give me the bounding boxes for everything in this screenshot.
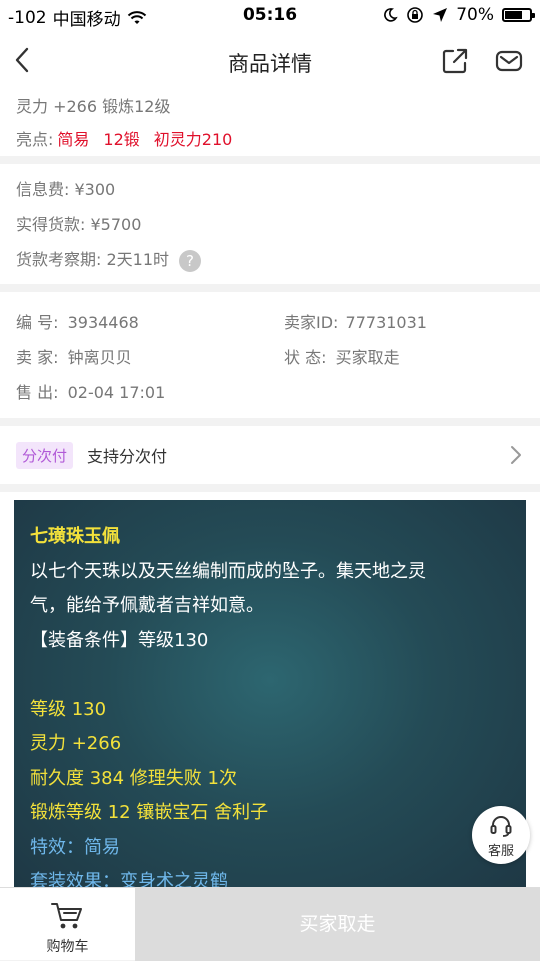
content-scroll[interactable]: 灵力 +266 锻炼12级 亮点: 简易 12锻 初灵力210 信息费: ¥300 实… [0,90,540,887]
highlight-tag: 初灵力210 [153,130,233,149]
item-tooltip-panel: 七璜珠玉佩 以七个天珠以及天丝编制而成的坠子。集天地之灵 气，能给予佩戴者吉祥如… [14,500,526,887]
customer-service-button[interactable]: 客服 [472,806,530,864]
status-value: 买家取走 [335,348,400,367]
item-level: 等级 130 [30,698,107,720]
review-period-row: 货款考察期: 2天11时? [16,242,524,277]
installment-row[interactable]: 分次付 支持分次付 [0,426,540,484]
bottom-action-bar: 购物车 买家取走 [0,887,540,961]
status-bar: -102 中国移动 05:16 70% [0,0,540,32]
sold-label: 售 出: [16,383,59,402]
item-spirit: 灵力 +266 [30,733,122,754]
item-effect: 特效：简易 [30,836,120,858]
order-row: 编 号: 3934468 卖家ID: 77731031 [16,305,524,340]
mail-icon[interactable] [494,46,524,76]
order-id-label: 编 号: [16,313,59,332]
battery-percent: 70% [456,5,494,25]
attribute-line: 灵力 +266 锻炼12级 [16,97,171,116]
seller-label: 卖 家: [16,348,59,367]
share-icon[interactable] [440,46,470,76]
item-detail-card: 七璜珠玉佩 以七个天珠以及天丝编制而成的坠子。集天地之灵 气，能给予佩戴者吉祥如… [0,492,540,887]
summary-card: 灵力 +266 锻炼12级 亮点: 简易 12锻 初灵力210 [0,90,540,156]
location-arrow-icon [433,8,448,22]
order-row: 卖 家: 钟离贝贝 状 态: 买家取走 [16,340,524,375]
status-right: 70% [382,5,535,25]
headset-icon [490,816,512,837]
order-row: 售 出: 02-04 17:01 [16,375,524,410]
battery-icon [502,8,535,22]
cart-label: 购物车 [46,939,89,955]
chevron-right-icon [511,446,521,464]
cart-button[interactable]: 购物车 [0,888,135,961]
service-label: 客服 [487,844,514,859]
rotation-lock-icon [407,7,424,23]
sold-value: 02-04 17:01 [67,383,166,402]
order-id-value: 3934468 [67,313,139,332]
highlights-row: 亮点: 简易 12锻 初灵力210 [16,123,524,156]
highlights-label: 亮点: [16,130,54,149]
item-set-effect: 套装效果：变身术之灵鹤 [30,871,228,887]
nav-bar: 商品详情 [0,32,540,90]
highlight-tag: 12锻 [103,130,140,149]
seller-id-value: 77731031 [345,313,427,332]
actual-payment: 实得货款: ¥5700 [16,215,142,234]
item-forge: 锻炼等级 12 镶嵌宝石 舍利子 [30,802,269,823]
seller-value: 钟离贝贝 [67,348,132,367]
seller-id-label: 卖家ID: [284,313,339,332]
item-description: 气，能给予佩戴者吉祥如意。 [30,595,264,616]
installment-text: 支持分次付 [87,447,168,466]
item-name: 七璜珠玉佩 [30,526,120,547]
installment-tag: 分次付 [16,441,74,469]
review-period: 货款考察期: 2天11时 [16,250,170,269]
highlight-tag: 简易 [57,130,90,149]
moon-icon [384,8,398,22]
item-requirement: 【装备条件】等级130 [30,629,209,651]
info-fee: 信息费: ¥300 [16,180,116,199]
fees-card: 信息费: ¥300 实得货款: ¥5700 货款考察期: 2天11时? [0,164,540,284]
status-action-button[interactable]: 买家取走 [135,888,540,961]
order-info-card: 编 号: 3934468 卖家ID: 77731031 卖 家: 钟离贝贝 状 … [0,292,540,418]
status-label: 状 态: [284,348,327,367]
shopping-cart-icon [51,903,82,929]
item-description: 以七个天珠以及天丝编制而成的坠子。集天地之灵 [30,560,426,582]
help-icon[interactable]: ? [179,249,202,272]
item-durability: 耐久度 384 修理失败 1次 [30,767,237,789]
